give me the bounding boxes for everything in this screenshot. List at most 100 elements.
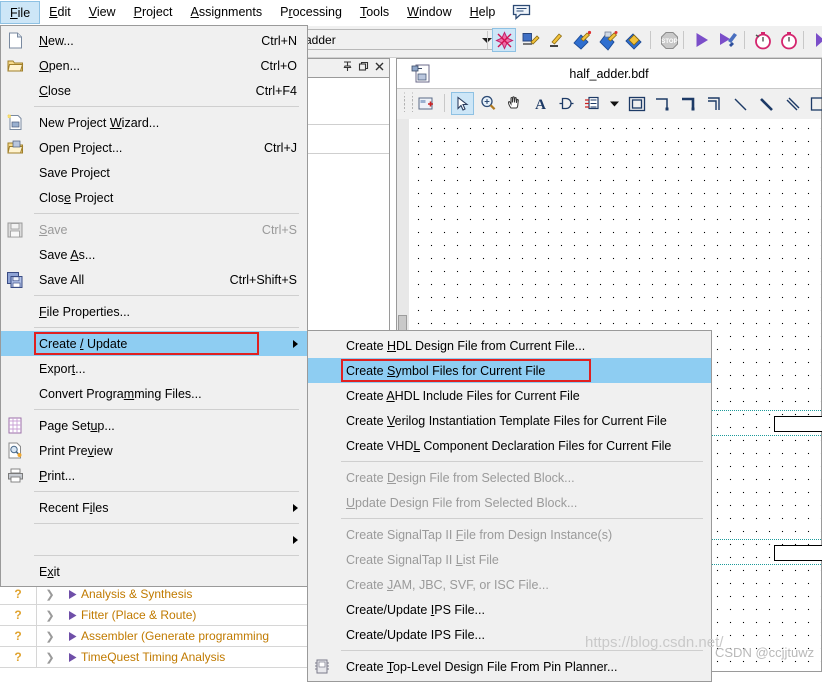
submenu-item-create-ahdl-include-files[interactable]: Create AHDL Include Files for Current Fi… — [308, 383, 711, 408]
menu-file[interactable]: File — [0, 1, 41, 24]
save-icon — [5, 220, 25, 239]
dropdown-arrow-icon[interactable] — [603, 92, 626, 115]
schematic-toolbar: ⋮⋮ ⋮⋮ ⋮⋮ ⋮⋮ A — [397, 89, 822, 120]
orthogonal-node-tool-icon[interactable] — [651, 92, 674, 115]
menu-separator — [34, 295, 299, 296]
submenu-item-create-hdl-design-file[interactable]: Create HDL Design File from Current File… — [308, 333, 711, 358]
submenu-item-create-vhdl-component-declaration[interactable]: Create VHDL Component Declaration Files … — [308, 433, 711, 458]
menu-item-save-project[interactable]: Save Project — [1, 160, 307, 185]
expander-icon[interactable]: ❯ — [37, 651, 63, 664]
menu-separator — [341, 518, 703, 519]
menu-tools[interactable]: Tools — [351, 0, 398, 25]
timequest-icon[interactable] — [777, 28, 801, 52]
menu-item-print[interactable]: Print... — [1, 463, 307, 488]
stop-processing-icon[interactable]: STOP — [657, 28, 681, 52]
menu-edit[interactable]: Edit — [40, 0, 80, 25]
maximize-icon[interactable] — [358, 61, 369, 75]
menu-item-label: Recent Files — [39, 500, 109, 515]
symbol-tool-icon[interactable] — [555, 92, 578, 115]
task-status: ? — [0, 626, 37, 646]
project-combo[interactable]: adder — [298, 29, 498, 50]
submenu-item-create-verilog-instantiation-template[interactable]: Create Verilog Instantiation Template Fi… — [308, 408, 711, 433]
menu-item-convert-programming-files[interactable]: Convert Programming Files... — [1, 381, 307, 406]
toolbar-grip[interactable]: ⋮⋮ ⋮⋮ ⋮⋮ ⋮⋮ — [400, 92, 417, 113]
menu-item-close[interactable]: Close Ctrl+F4 — [1, 78, 307, 103]
timing-analyzer-icon[interactable] — [751, 28, 775, 52]
speech-bubble-icon[interactable] — [512, 4, 531, 21]
menu-item-exit[interactable]: Exit — [1, 559, 307, 584]
menu-item-save-all[interactable]: Save All Ctrl+Shift+S — [1, 267, 307, 292]
rubberbanding-icon[interactable] — [807, 92, 822, 115]
start-timing-analysis-icon[interactable] — [622, 28, 646, 52]
rectangle-tool-icon[interactable] — [625, 92, 648, 115]
menu-item-label: Save All — [39, 272, 85, 287]
menu-item-new-project-wizard[interactable]: New Project Wizard... — [1, 110, 307, 135]
menu-item-label: Create Design File from Selected Block..… — [346, 470, 575, 485]
run-task-icon[interactable] — [63, 610, 81, 621]
table-row[interactable]: ? ❯ Assembler (Generate programming — [0, 626, 322, 647]
menu-item-export[interactable]: Export... — [1, 356, 307, 381]
start-fitter-icon[interactable] — [570, 28, 594, 52]
menu-item-label: Export... — [39, 361, 86, 376]
menu-item-open[interactable]: Open... Ctrl+O — [1, 53, 307, 78]
menu-item-recent-files[interactable]: Recent Files — [1, 495, 307, 520]
menu-window[interactable]: Window — [398, 0, 460, 25]
menu-item-save-as[interactable]: Save As... — [1, 242, 307, 267]
diagonal-bus-tool-icon[interactable] — [755, 92, 778, 115]
menu-view[interactable]: View — [80, 0, 125, 25]
menu-project[interactable]: Project — [125, 0, 182, 25]
table-row[interactable]: ? ❯ TimeQuest Timing Analysis — [0, 647, 322, 668]
menu-help[interactable]: Help — [461, 0, 505, 25]
diagonal-node-tool-icon[interactable] — [729, 92, 752, 115]
menu-item-file-properties[interactable]: File Properties... — [1, 299, 307, 324]
start-analysis-elaboration-icon[interactable] — [518, 28, 542, 52]
table-row[interactable]: ? ❯ Analysis & Synthesis — [0, 584, 322, 605]
orthogonal-bus-tool-icon[interactable] — [677, 92, 700, 115]
extra-tool-icon[interactable] — [810, 28, 822, 52]
submenu-item-create-update-ips-file[interactable]: Create/Update IPS File... — [308, 597, 711, 622]
task-label: Analysis & Synthesis — [81, 587, 193, 601]
pin-planner-icon — [312, 657, 332, 676]
run-task-icon[interactable] — [63, 652, 81, 663]
menu-item-open-project[interactable]: Open Project... Ctrl+J — [1, 135, 307, 160]
document-titlebar: half_adder.bdf — [397, 59, 821, 89]
block-tool-icon[interactable] — [581, 92, 604, 115]
pin-shape — [774, 416, 822, 432]
expander-icon[interactable]: ❯ — [37, 630, 63, 643]
start-compilation-icon[interactable] — [690, 28, 714, 52]
run-task-icon[interactable] — [63, 589, 81, 600]
menu-item-close-project[interactable]: Close Project — [1, 185, 307, 210]
expander-icon[interactable]: ❯ — [37, 609, 63, 622]
menu-item-page-setup[interactable]: Page Setup... — [1, 413, 307, 438]
table-row[interactable]: ? ❯ Fitter (Place & Route) — [0, 605, 322, 626]
diagonal-conduit-tool-icon[interactable] — [781, 92, 804, 115]
menu-item-create-update[interactable]: Create / Update — [1, 331, 307, 356]
zoom-tool-icon[interactable] — [477, 92, 500, 115]
stop-compilation-icon[interactable] — [492, 28, 516, 52]
orthogonal-conduit-tool-icon[interactable] — [703, 92, 726, 115]
new-block-symbol-icon[interactable] — [415, 92, 438, 115]
start-analysis-synthesis-icon[interactable] — [544, 28, 568, 52]
pin-icon[interactable] — [342, 61, 353, 75]
menu-item-label: Create Verilog Instantiation Template Fi… — [346, 413, 667, 428]
close-icon[interactable] — [374, 61, 385, 75]
start-assembler-icon[interactable] — [596, 28, 620, 52]
menu-processing[interactable]: Processing — [271, 0, 351, 25]
submenu-item-create-board-level-boundary-scan[interactable]: Create/Update IPS File... — [308, 622, 711, 647]
compile-design-icon[interactable] — [716, 28, 740, 52]
menu-item-save: Save Ctrl+S — [1, 217, 307, 242]
menu-item-label: New... — [39, 33, 74, 48]
selection-tool-icon[interactable] — [451, 92, 474, 115]
menu-assignments[interactable]: Assignments — [182, 0, 272, 25]
menu-separator — [34, 491, 299, 492]
run-task-icon[interactable] — [63, 631, 81, 642]
text-tool-icon[interactable]: A — [529, 92, 552, 115]
submenu-item-create-symbol-files[interactable]: Create Symbol Files for Current File — [308, 358, 711, 383]
hand-tool-icon[interactable] — [503, 92, 526, 115]
submenu-item-create-top-level-from-pin-planner[interactable]: Create Top-Level Design File From Pin Pl… — [308, 654, 711, 679]
expander-icon[interactable]: ❯ — [37, 588, 63, 601]
menu-item-label: Print Preview — [39, 443, 113, 458]
menu-item-print-preview[interactable]: Print Preview — [1, 438, 307, 463]
menu-item-recent-projects[interactable] — [1, 527, 307, 552]
menu-item-new[interactable]: New... Ctrl+N — [1, 28, 307, 53]
